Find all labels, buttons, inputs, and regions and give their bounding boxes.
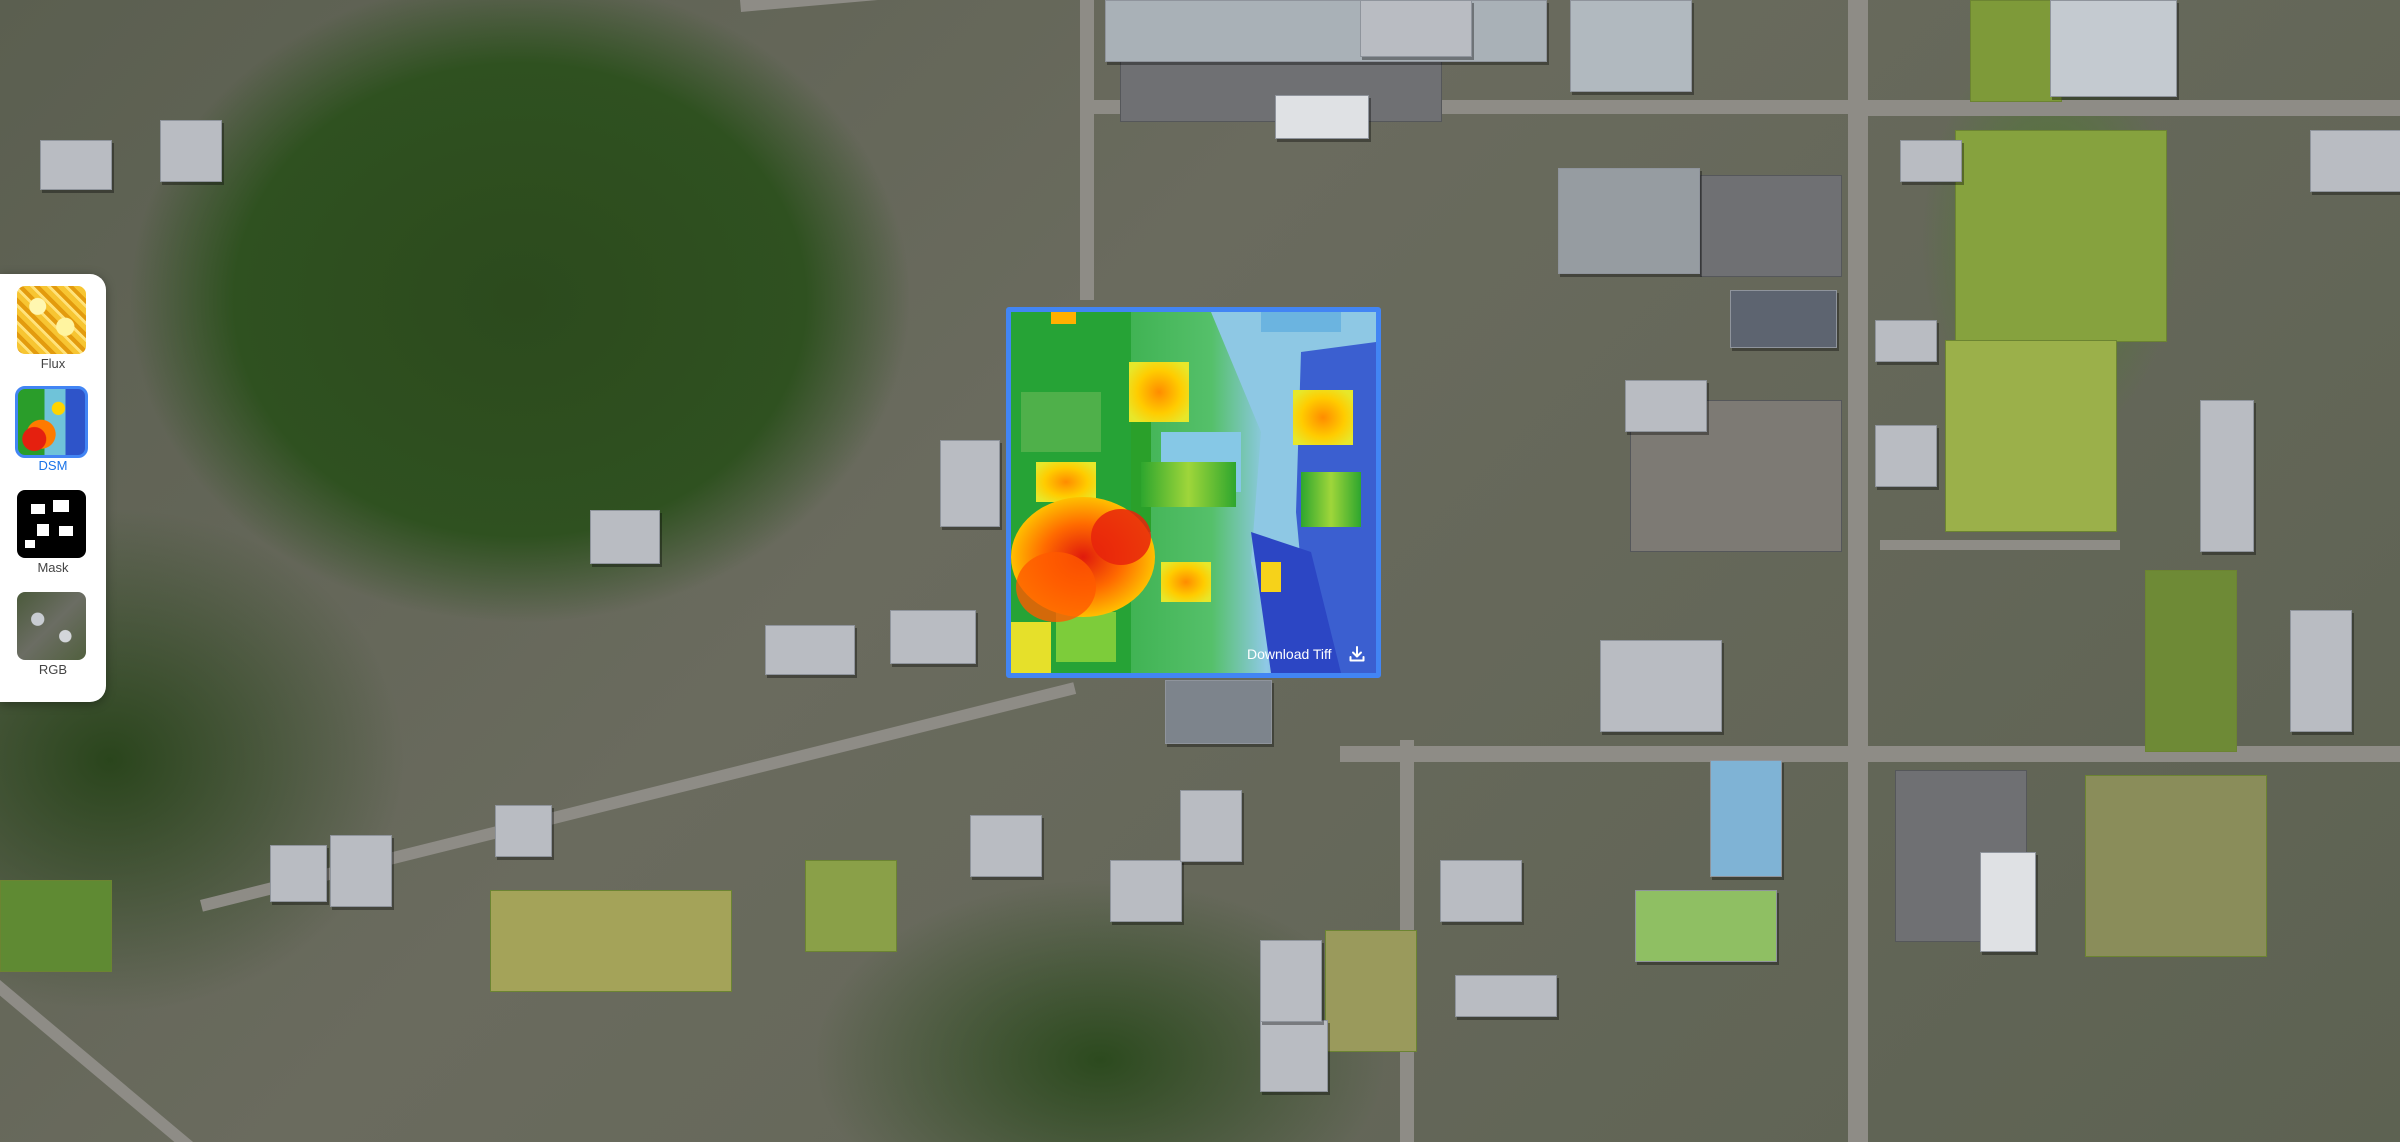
road	[1340, 746, 2400, 762]
building	[495, 805, 552, 857]
building	[2290, 610, 2352, 732]
layer-selector-panel: Flux DSM Mask RGB	[0, 274, 106, 702]
building	[330, 835, 392, 907]
building	[890, 610, 976, 664]
building	[765, 625, 855, 675]
field	[1325, 930, 1417, 1052]
parking-lot	[1700, 175, 1842, 277]
field	[1955, 130, 2167, 342]
layer-label-dsm: DSM	[38, 458, 68, 473]
building	[970, 815, 1042, 877]
field	[2085, 775, 2267, 957]
field	[805, 860, 897, 952]
building	[590, 510, 660, 564]
building	[1275, 95, 1369, 139]
layer-label-flux: Flux	[40, 356, 66, 371]
road	[1080, 0, 1094, 300]
field	[1945, 340, 2117, 532]
building	[1558, 168, 1700, 274]
field	[490, 890, 732, 992]
building	[1635, 890, 1777, 962]
layer-option-mask[interactable]: Mask	[0, 478, 106, 576]
building	[1710, 760, 1782, 877]
building	[1570, 0, 1692, 92]
building	[1260, 1020, 1328, 1092]
field	[1970, 0, 2062, 102]
building	[1440, 860, 1522, 922]
download-tiff-label: Download Tiff	[1247, 646, 1332, 662]
building	[1360, 0, 1472, 57]
building	[1180, 790, 1242, 862]
field	[0, 880, 112, 972]
building	[2200, 400, 2254, 552]
road	[1860, 100, 2400, 116]
road	[0, 980, 200, 1142]
building	[1455, 975, 1557, 1017]
building	[1625, 380, 1707, 432]
road	[1880, 540, 2120, 550]
dsm-overlay	[1006, 307, 1381, 678]
building	[2050, 0, 2177, 97]
building	[1875, 320, 1937, 362]
building	[1730, 290, 1837, 348]
road	[1848, 0, 1868, 1142]
building	[1600, 640, 1722, 732]
layer-option-dsm[interactable]: DSM	[0, 376, 106, 474]
layer-label-rgb: RGB	[38, 662, 68, 677]
rgb-thumbnail-icon	[17, 592, 86, 660]
field	[2145, 570, 2237, 752]
building	[1900, 140, 1962, 182]
building	[1875, 425, 1937, 487]
flux-thumbnail-icon	[17, 286, 86, 354]
building	[1105, 0, 1547, 62]
building	[2310, 130, 2400, 192]
layer-option-flux[interactable]: Flux	[0, 274, 106, 372]
building	[940, 440, 1000, 527]
building	[270, 845, 327, 902]
dsm-heatmap	[1011, 312, 1376, 673]
building	[160, 120, 222, 182]
building	[1980, 852, 2036, 952]
mask-thumbnail-icon	[17, 490, 86, 558]
building	[1110, 860, 1182, 922]
building	[1165, 680, 1272, 744]
layer-option-rgb[interactable]: RGB	[0, 580, 106, 678]
download-tiff-button[interactable]: Download Tiff	[1232, 637, 1372, 671]
layer-label-mask: Mask	[37, 560, 69, 575]
download-icon	[1349, 646, 1365, 662]
road	[740, 0, 1080, 12]
building	[1260, 940, 1322, 1022]
dsm-thumbnail-icon	[15, 386, 88, 458]
building	[40, 140, 112, 190]
